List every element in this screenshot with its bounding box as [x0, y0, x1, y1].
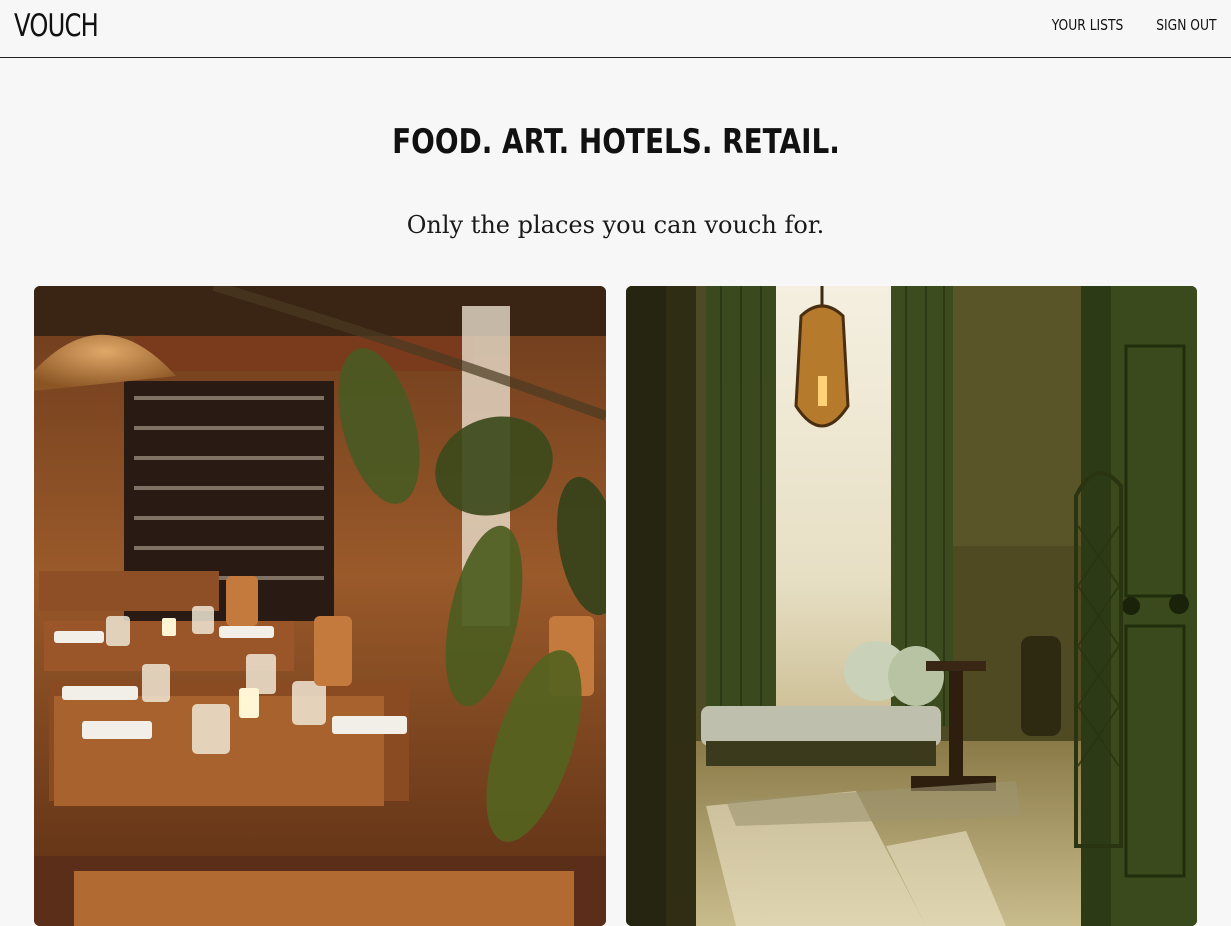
hotel-room-photo	[626, 286, 1197, 926]
your-lists-link[interactable]: YOUR LISTS	[1052, 16, 1124, 34]
category-card-food[interactable]	[34, 286, 606, 926]
restaurant-photo	[34, 286, 606, 926]
brand-logo[interactable]: VOUCH	[14, 8, 99, 44]
hero-tagline: Only the places you can vouch for.	[406, 211, 825, 239]
hero-headline: FOOD. ART. HOTELS. RETAIL.	[0, 122, 1231, 162]
category-card-hotels[interactable]	[626, 286, 1197, 926]
top-navigation-bar: VOUCH YOUR LISTS SIGN OUT	[0, 0, 1231, 58]
hero-headline-text: FOOD. ART. HOTELS. RETAIL.	[391, 122, 840, 162]
header-nav: YOUR LISTS SIGN OUT	[1036, 16, 1217, 34]
sign-out-link[interactable]: SIGN OUT	[1157, 16, 1217, 34]
